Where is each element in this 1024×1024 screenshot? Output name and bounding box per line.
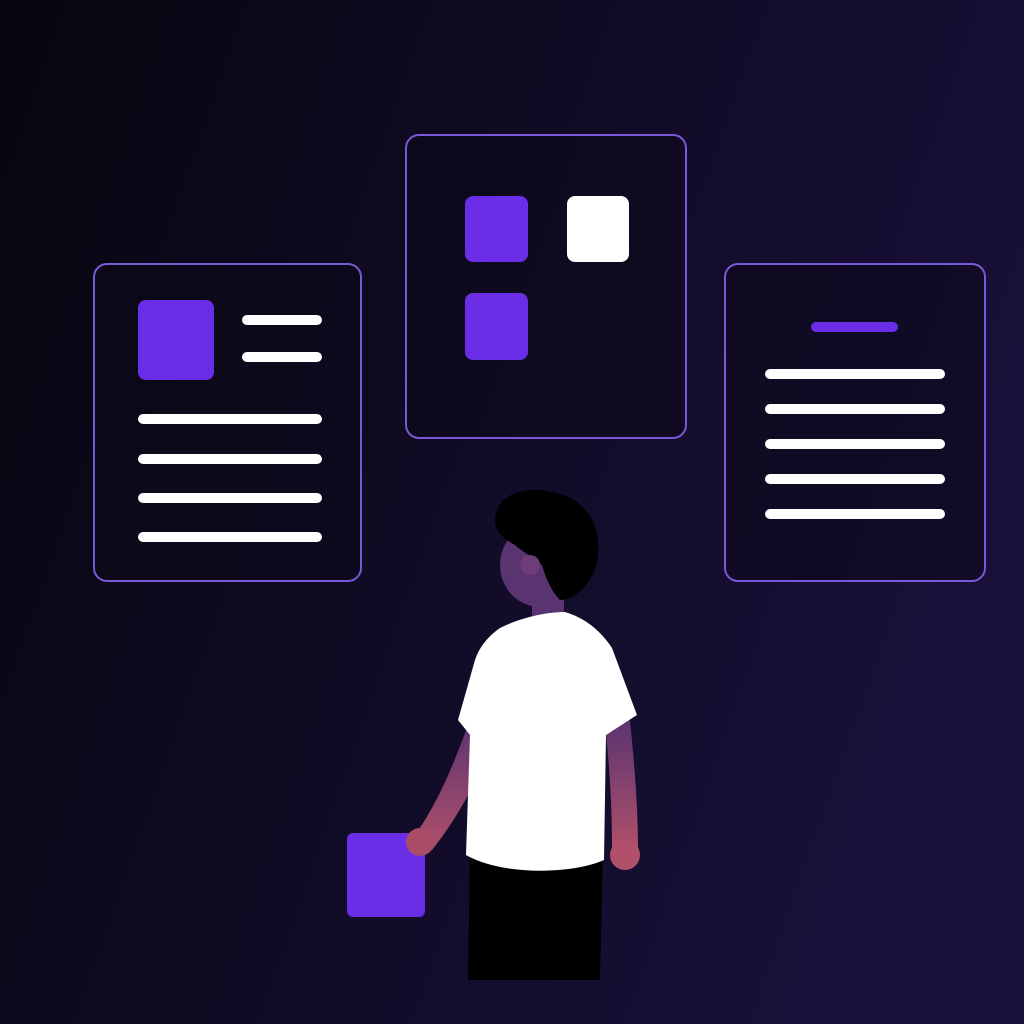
right-hand bbox=[610, 840, 640, 870]
left-hand bbox=[406, 828, 434, 856]
illustration-scene bbox=[0, 0, 1024, 1024]
right-arm bbox=[605, 720, 638, 850]
ear bbox=[520, 555, 540, 575]
person-figure bbox=[347, 489, 640, 980]
